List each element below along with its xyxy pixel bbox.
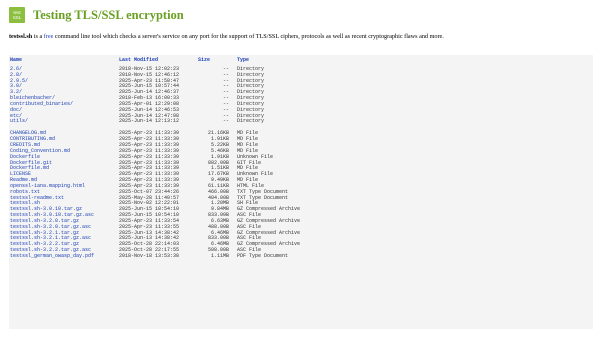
directory-rows: 2.6/2018-Nov-15 12:02:23 -- Directory 2.8/2… — [10, 66, 300, 125]
column-size[interactable]: Size — [197, 57, 237, 67]
page-title: Testing TLS/SSL encryption — [33, 7, 184, 22]
file-table: Name Last Modified Size Type 2.6/2018-No… — [10, 57, 300, 260]
type-cell: PDF Type Document — [237, 253, 289, 259]
modified-cell: 2018-Nov-18 13:53:38 — [119, 253, 180, 259]
description-text1: is a — [32, 33, 44, 40]
size-cell: 1.11MB — [210, 253, 229, 259]
file-rows: CHANGELOG.md 2025-Apr-23 11:33:39 21.16KB M… — [10, 130, 300, 260]
name-cell: testssl_german_owasp_day.pdf — [10, 253, 119, 260]
page-header: test SSL Testing TLS/SSL encryption — [9, 7, 184, 23]
table-row: testssl_german_owasp_day.pdf 2018-Nov-18 … — [10, 253, 300, 260]
logo-line2: SSL — [12, 15, 22, 20]
description-text2: command line tool which checks a server'… — [53, 33, 444, 40]
description: testssl.sh is a free command line tool w… — [9, 33, 444, 40]
entry-link[interactable]: utils/ — [10, 118, 28, 125]
testssl-logo[interactable]: test SSL — [9, 7, 25, 23]
description-name: testssl.sh — [9, 33, 33, 40]
directory-listing: Name Last Modified Size Type 2.6/2018-No… — [9, 55, 593, 329]
entry-link[interactable]: testssl_german_owasp_day.pdf — [10, 253, 94, 259]
free-link[interactable]: free — [44, 33, 54, 40]
column-name[interactable]: Name — [10, 57, 119, 67]
